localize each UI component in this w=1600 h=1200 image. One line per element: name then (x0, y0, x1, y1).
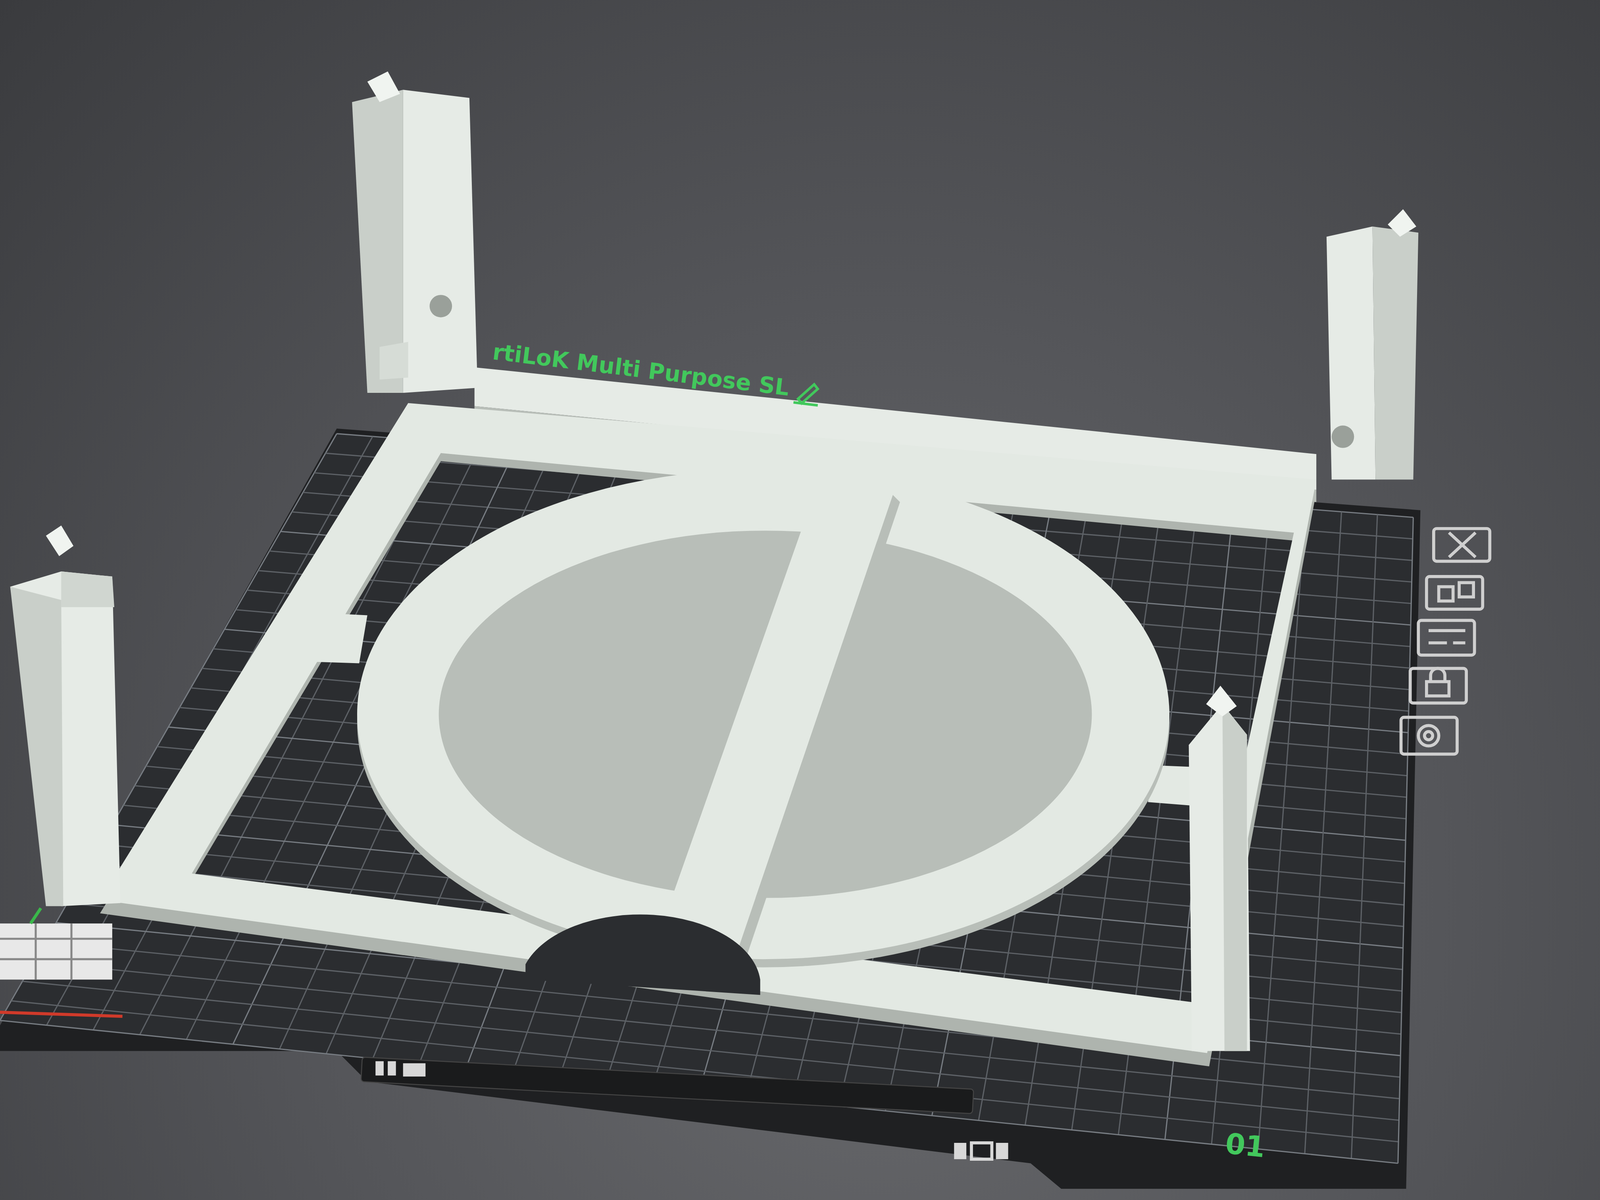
front-cutout (525, 914, 760, 995)
left-bar (296, 612, 368, 664)
edit-pencil-icon[interactable] (793, 382, 821, 406)
back-left-post (351, 71, 478, 393)
model[interactable] (10, 71, 1419, 1067)
lock-icon[interactable] (1410, 668, 1467, 703)
settings-icon[interactable] (1401, 717, 1458, 755)
delete-icon[interactable] (1433, 528, 1490, 562)
orient-icon[interactable] (1418, 620, 1475, 655)
front-right-post (1188, 685, 1250, 1052)
origin-grid-icon (0, 908, 123, 1017)
viewport-3d[interactable]: rtiLoK Multi Purpose SL 01 (0, 0, 1600, 1200)
center-bar (653, 487, 893, 960)
base-frame (100, 403, 1317, 1054)
scene-canvas[interactable]: rtiLoK Multi Purpose SL 01 (0, 0, 1600, 1200)
bed-toolbar (1401, 528, 1491, 754)
object-label: rtiLoK Multi Purpose SL (491, 338, 822, 406)
bed-number: 01 (1223, 1126, 1267, 1164)
arrange-icon[interactable] (1426, 576, 1483, 610)
back-right-post (1326, 209, 1419, 480)
bed-logo-icon (375, 1061, 1008, 1160)
bed-bottom-bar (361, 1057, 974, 1114)
object-name: rtiLoK Multi Purpose SL (491, 338, 791, 401)
front-left-post (10, 525, 121, 906)
